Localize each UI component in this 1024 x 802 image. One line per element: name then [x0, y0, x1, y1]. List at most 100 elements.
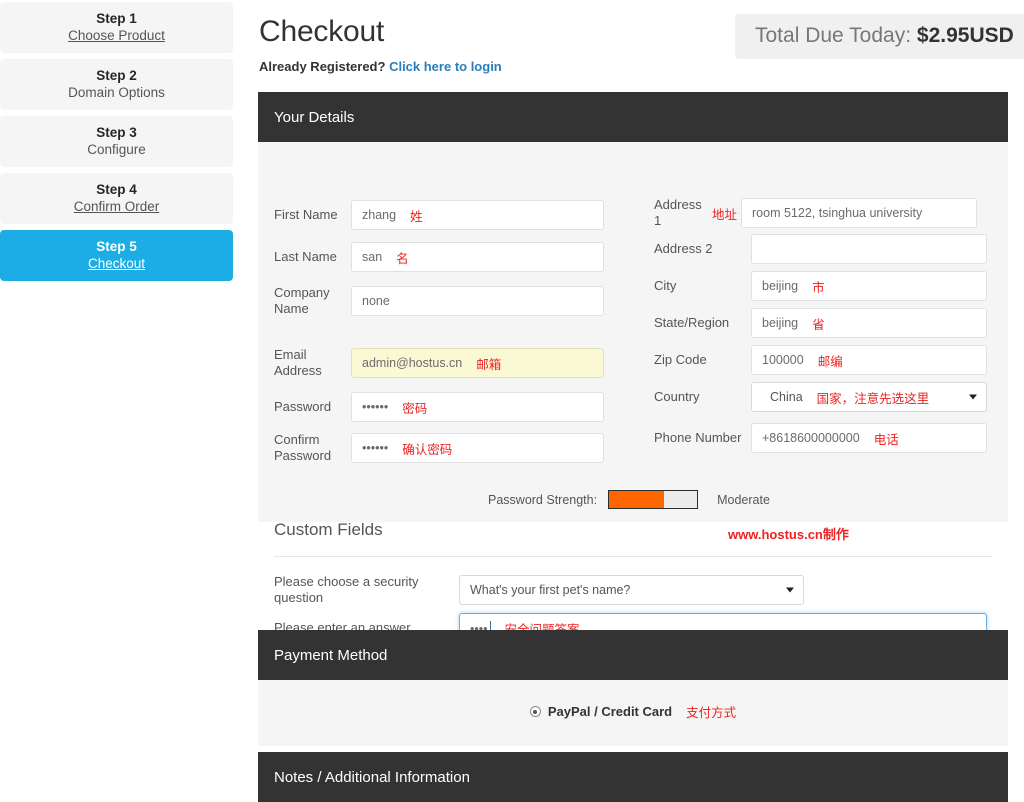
address-1-value: room 5122, tsinghua university: [752, 206, 923, 221]
password-annotation: 密码: [402, 401, 428, 416]
step-label: Domain Options: [68, 84, 165, 100]
address-1-annotation: 地址: [712, 207, 738, 222]
city-label: City: [654, 277, 677, 293]
step-number: Step 4: [96, 181, 137, 197]
country-annotation: 国家，注意先选这里: [816, 391, 930, 406]
state-region-value: beijing: [762, 316, 799, 330]
company-name-value: none: [362, 294, 390, 309]
last-name-input[interactable]: san 名: [351, 242, 604, 272]
payment-method-title: Payment Method: [274, 646, 388, 664]
confirm-password-value: ••••••: [362, 441, 389, 456]
first-name-input[interactable]: zhang 姓: [351, 200, 604, 230]
password-strength-label: Password Strength:: [488, 492, 598, 507]
your-details-panel: Your Details First Name zhang 姓 Last Nam…: [258, 92, 1008, 644]
order-steps-sidebar: Step 1 Choose Product Step 2 Domain Opti…: [0, 2, 233, 287]
total-due-amount: $2.95USD: [916, 24, 1014, 47]
step-label: Checkout: [87, 255, 146, 271]
password-value: ••••••: [362, 400, 389, 414]
state-region-label: State/Region: [654, 314, 730, 330]
field-phone-number: Phone Number +8618600000000 电话: [654, 423, 987, 453]
field-address-1: Address 1 地址 room 5122, tsinghua univers…: [654, 197, 978, 230]
email-address-input[interactable]: admin@hostus.cn 邮箱: [351, 348, 604, 379]
sidebar-step-3[interactable]: Step 3 Configure: [0, 116, 233, 167]
country-select[interactable]: China 国家，注意先选这里: [751, 382, 987, 412]
state-region-input[interactable]: beijing 省: [751, 308, 987, 338]
sidebar-step-4[interactable]: Step 4 Confirm Order: [0, 173, 233, 224]
last-name-label: Last Name: [274, 248, 337, 264]
last-name-value: san: [362, 250, 383, 264]
confirm-password-label: Confirm Password: [274, 432, 332, 464]
sidebar-step-1[interactable]: Step 1 Choose Product: [0, 2, 233, 53]
phone-number-value: +8618600000000: [762, 431, 860, 445]
first-name-annotation: 姓: [410, 209, 423, 224]
email-address-label: Email Address: [274, 347, 322, 379]
total-due-label: Total Due Today:: [755, 24, 912, 47]
country-label: Country: [654, 388, 700, 404]
radio-icon[interactable]: [529, 706, 541, 717]
state-region-annotation: 省: [812, 317, 825, 332]
sidebar-step-2[interactable]: Step 2 Domain Options: [0, 59, 233, 110]
payment-method-header: Payment Method: [258, 630, 1008, 680]
custom-fields-divider: [274, 556, 992, 557]
country-value: China: [770, 390, 803, 404]
password-input[interactable]: •••••• 密码: [351, 392, 604, 422]
payment-option-paypal[interactable]: PayPal / Credit Card 支付方式: [258, 702, 1008, 721]
address-1-input[interactable]: room 5122, tsinghua university: [741, 198, 978, 229]
step-number: Step 2: [96, 67, 137, 83]
address-2-label: Address 2: [654, 240, 713, 256]
field-country: Country China 国家，注意先选这里: [654, 382, 987, 412]
address-2-input[interactable]: [751, 234, 987, 264]
company-name-label: Company Name: [274, 285, 330, 317]
confirm-password-input[interactable]: •••••• 确认密码: [351, 433, 604, 464]
field-company-name: Company Name none: [274, 285, 604, 318]
phone-number-input[interactable]: +8618600000000 电话: [751, 423, 987, 453]
chevron-down-icon: [786, 587, 794, 593]
your-details-title: Your Details: [274, 108, 355, 126]
login-link[interactable]: Click here to login: [389, 59, 502, 74]
phone-number-annotation: 电话: [873, 432, 899, 447]
payment-option-label: PayPal / Credit Card: [547, 704, 673, 719]
zip-code-label: Zip Code: [654, 351, 707, 367]
field-address-2: Address 2: [654, 234, 987, 264]
sidebar-step-5[interactable]: Step 5 Checkout: [0, 230, 233, 281]
already-registered-text: Already Registered? Click here to login: [259, 59, 1024, 74]
city-annotation: 市: [812, 280, 825, 295]
watermark-text: www.hostus.cn制作: [728, 527, 849, 542]
field-password: Password •••••• 密码: [274, 392, 604, 422]
chevron-down-icon: [969, 394, 977, 400]
address-1-label: Address 1: [654, 197, 702, 229]
company-name-input[interactable]: none: [351, 286, 604, 317]
first-name-label: First Name: [274, 206, 338, 222]
city-value: beijing: [762, 279, 799, 293]
checkout-page: Step 1 Choose Product Step 2 Domain Opti…: [0, 0, 1024, 802]
field-city: City beijing 市: [654, 271, 987, 301]
field-last-name: Last Name san 名: [274, 242, 604, 272]
field-state-region: State/Region beijing 省: [654, 308, 987, 338]
password-strength-text: Moderate: [717, 492, 770, 507]
email-address-value: admin@hostus.cn: [362, 356, 463, 371]
step-number: Step 3: [96, 124, 137, 140]
password-strength-bar: [608, 490, 699, 509]
step-number: Step 1: [96, 10, 137, 26]
step-label: Configure: [87, 141, 146, 157]
security-question-value: What's your first pet's name?: [470, 583, 631, 598]
zip-code-value: 100000: [762, 353, 804, 367]
your-details-body: First Name zhang 姓 Last Name san 名 Compa…: [258, 142, 1008, 644]
password-strength-row: Password Strength: Moderate: [488, 490, 770, 509]
payment-option-annotation: 支付方式: [686, 706, 737, 720]
step-label: Choose Product: [68, 27, 165, 43]
custom-fields-title: Custom Fields: [274, 520, 383, 539]
field-security-question: Please choose a security question What's…: [274, 574, 804, 607]
step-number: Step 5: [96, 238, 137, 254]
security-question-select[interactable]: What's your first pet's name?: [459, 575, 804, 606]
phone-number-label: Phone Number: [654, 429, 742, 445]
zip-code-input[interactable]: 100000 邮编: [751, 345, 987, 375]
already-registered-label: Already Registered?: [259, 59, 386, 74]
city-input[interactable]: beijing 市: [751, 271, 987, 301]
security-question-label: Please choose a security question: [274, 574, 419, 606]
notes-title: Notes / Additional Information: [274, 768, 470, 786]
password-label: Password: [274, 398, 332, 414]
zip-code-annotation: 邮编: [817, 354, 843, 369]
total-due-badge: Total Due Today: $2.95USD: [735, 14, 1024, 59]
last-name-annotation: 名: [396, 251, 409, 266]
